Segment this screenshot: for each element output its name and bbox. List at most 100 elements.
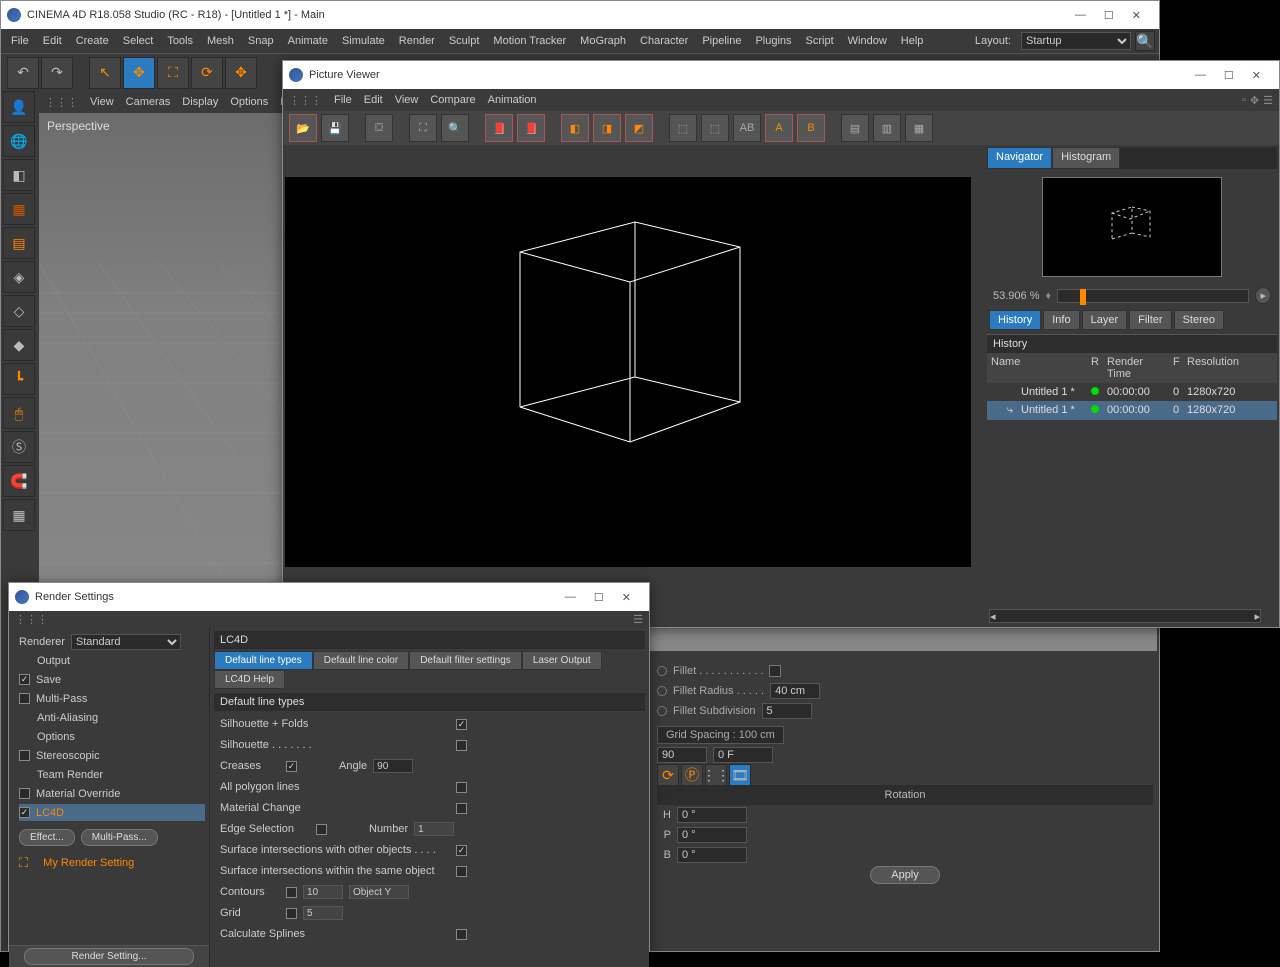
- rot-icon[interactable]: ⟳: [657, 764, 679, 786]
- rs-item-multipass[interactable]: Multi-Pass: [19, 690, 205, 707]
- fillet-sub-radio[interactable]: [657, 706, 667, 716]
- navigator-tab[interactable]: Navigator: [987, 147, 1052, 169]
- histogram-icon[interactable]: ⛋: [365, 114, 393, 142]
- ab1-icon[interactable]: ⬚: [669, 114, 697, 142]
- h-input[interactable]: [677, 807, 747, 823]
- close-icon[interactable]: ✕: [1132, 9, 1141, 22]
- plane-icon[interactable]: ▤: [3, 227, 35, 259]
- histogram-tab[interactable]: Histogram: [1052, 147, 1120, 169]
- allpoly-check[interactable]: [456, 782, 467, 793]
- layer2-icon[interactable]: ▥: [873, 114, 901, 142]
- maximize-icon[interactable]: ☐: [1104, 9, 1114, 22]
- menu-file[interactable]: File: [5, 32, 35, 50]
- filter-tab[interactable]: Filter: [1129, 310, 1171, 330]
- menu-character[interactable]: Character: [634, 32, 694, 50]
- pv-menu-file[interactable]: File: [334, 94, 352, 106]
- main-titlebar[interactable]: CINEMA 4D R18.058 Studio (RC - R18) - [U…: [1, 1, 1159, 29]
- my-render-setting[interactable]: ⛶ My Render Setting: [19, 854, 205, 871]
- matovr-check[interactable]: [19, 788, 30, 799]
- multipass-button[interactable]: Multi-Pass...: [81, 829, 158, 846]
- tab-laser-output[interactable]: Laser Output: [522, 651, 602, 670]
- layout-select[interactable]: Startup: [1021, 32, 1131, 50]
- vp-cameras[interactable]: Cameras: [126, 96, 171, 108]
- multipass-check[interactable]: [19, 693, 30, 704]
- contours-axis-input[interactable]: [349, 885, 409, 899]
- lc4d-check[interactable]: [19, 807, 30, 818]
- film-icon[interactable]: 🎞: [729, 764, 751, 786]
- rs-maximize-icon[interactable]: ☐: [594, 591, 604, 604]
- zoom-icon[interactable]: 🔍: [441, 114, 469, 142]
- pv-menu-compare[interactable]: Compare: [430, 94, 475, 106]
- rs-item-output[interactable]: Output: [19, 652, 205, 669]
- axis-tool[interactable]: ┗: [3, 363, 35, 395]
- rs-item-aa[interactable]: Anti-Aliasing: [19, 709, 205, 726]
- menu-script[interactable]: Script: [800, 32, 840, 50]
- p-input[interactable]: [677, 827, 747, 843]
- rs-item-matovr[interactable]: Material Override: [19, 785, 205, 802]
- effect-button[interactable]: Effect...: [19, 829, 75, 846]
- layer3-icon[interactable]: ▦: [905, 114, 933, 142]
- contours-check[interactable]: [286, 887, 297, 898]
- pv-optmenu-icon[interactable]: ☰: [1263, 94, 1273, 107]
- menu-motiontracker[interactable]: Motion Tracker: [487, 32, 572, 50]
- menu-window[interactable]: Window: [842, 32, 893, 50]
- layer-tab[interactable]: Layer: [1082, 310, 1128, 330]
- menu-mesh[interactable]: Mesh: [201, 32, 240, 50]
- pv-minimize-icon[interactable]: —: [1195, 69, 1206, 82]
- pv-menu-animation[interactable]: Animation: [488, 94, 537, 106]
- history-row[interactable]: ⤷ Untitled 1 * 00:00:00 0 1280x720: [987, 401, 1277, 420]
- pv-menu-edit[interactable]: Edit: [364, 94, 383, 106]
- navigator-preview[interactable]: [1042, 177, 1222, 277]
- angle-input[interactable]: [657, 747, 707, 763]
- pv-menu-view[interactable]: View: [395, 94, 419, 106]
- a-icon[interactable]: A: [765, 114, 793, 142]
- silhouette-check[interactable]: [456, 740, 467, 751]
- search-icon[interactable]: 🔍: [1135, 31, 1155, 51]
- ab3-icon[interactable]: AB: [733, 114, 761, 142]
- b-icon[interactable]: B: [797, 114, 825, 142]
- menu-edit[interactable]: Edit: [37, 32, 68, 50]
- surf-other-check[interactable]: [456, 845, 467, 856]
- rotate-tool[interactable]: ⟳: [191, 57, 223, 89]
- filter3-icon[interactable]: ◩: [625, 114, 653, 142]
- snap-tool[interactable]: 🧲: [3, 465, 35, 497]
- pv-maximize-icon[interactable]: ☐: [1224, 69, 1234, 82]
- rs-item-team[interactable]: Team Render: [19, 766, 205, 783]
- menu-pipeline[interactable]: Pipeline: [696, 32, 747, 50]
- edges-tool[interactable]: ◇: [3, 295, 35, 327]
- fillet-check[interactable]: [769, 665, 781, 677]
- rs-item-options[interactable]: Options: [19, 728, 205, 745]
- open-icon[interactable]: 📂: [289, 114, 317, 142]
- menu-help[interactable]: Help: [895, 32, 930, 50]
- grid-check[interactable]: [286, 908, 297, 919]
- menu-sculpt[interactable]: Sculpt: [443, 32, 486, 50]
- scale-tool[interactable]: ⛶: [157, 57, 189, 89]
- rs-item-stereo[interactable]: Stereoscopic: [19, 747, 205, 764]
- tab-default-line-color[interactable]: Default line color: [313, 651, 409, 670]
- fillet-radius-radio[interactable]: [657, 686, 667, 696]
- edgesel-check[interactable]: [316, 824, 327, 835]
- live-select-tool[interactable]: ↖: [89, 57, 121, 89]
- apply-button[interactable]: Apply: [870, 866, 940, 884]
- vp-options[interactable]: Options: [230, 96, 268, 108]
- menu-mograph[interactable]: MoGraph: [574, 32, 632, 50]
- s-icon[interactable]: Ⓢ: [3, 431, 35, 463]
- frame-input[interactable]: [713, 747, 773, 763]
- tab-default-filter[interactable]: Default filter settings: [409, 651, 522, 670]
- menu-select[interactable]: Select: [117, 32, 160, 50]
- filter1-icon[interactable]: ◧: [561, 114, 589, 142]
- b-input[interactable]: [677, 847, 747, 863]
- number-input[interactable]: [414, 822, 454, 836]
- book1-icon[interactable]: 📕: [485, 114, 513, 142]
- matchange-check[interactable]: [456, 803, 467, 814]
- vp-display[interactable]: Display: [182, 96, 218, 108]
- move-tool[interactable]: ✥: [123, 57, 155, 89]
- surf-same-check[interactable]: [456, 866, 467, 877]
- filter2-icon[interactable]: ◨: [593, 114, 621, 142]
- fillet-radius-input[interactable]: [770, 683, 820, 699]
- undo-button[interactable]: ↶: [7, 57, 39, 89]
- rs-item-save[interactable]: Save: [19, 671, 205, 688]
- tab-default-line-types[interactable]: Default line types: [214, 651, 313, 670]
- contours-input[interactable]: [303, 885, 343, 899]
- grid-lock-icon[interactable]: ▦: [3, 499, 35, 531]
